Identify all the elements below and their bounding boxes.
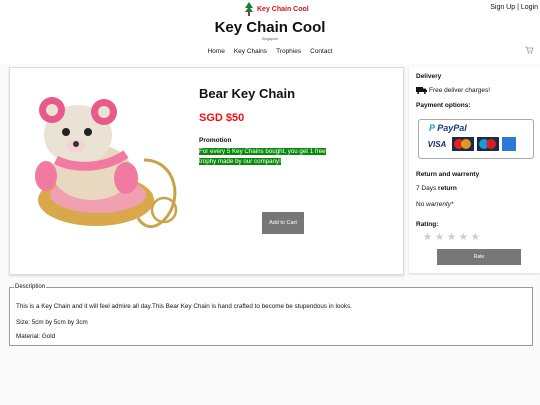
- product-price: SGD $50: [199, 112, 245, 124]
- description-size: Size: 5cm by 5cm by 3cm: [16, 319, 88, 326]
- nav-key-chains[interactable]: Key Chains: [234, 48, 267, 55]
- payment-heading: Payment options:: [416, 102, 471, 109]
- auth-links: Sign Up | Login: [490, 4, 538, 11]
- auth-separator: |: [517, 4, 519, 11]
- sign-up-link[interactable]: Sign Up: [490, 4, 515, 11]
- site-title: Key Chain Cool: [214, 19, 326, 36]
- site-logo[interactable]: Key Chain Cool: [244, 2, 309, 16]
- logo-text: Key Chain Cool: [257, 5, 309, 13]
- cart-icon[interactable]: [525, 46, 534, 56]
- description-box: Description This is a Key Chain and it w…: [9, 284, 533, 346]
- card-logos: VISA: [425, 137, 516, 151]
- nav-trophies[interactable]: Trophies: [276, 48, 301, 55]
- nav-contact[interactable]: Contact: [310, 48, 332, 55]
- delivery-info: Free deliver charges!: [416, 87, 490, 94]
- return-info: 7 Days return: [416, 185, 457, 192]
- return-days: 7 Days: [416, 185, 437, 192]
- warranty-no: No: [416, 201, 425, 208]
- promotion-heading: Promotion: [199, 137, 232, 144]
- paypal-brand: PayPal: [437, 123, 467, 133]
- star-icon[interactable]: ★: [423, 232, 432, 243]
- promotion-text-label: For every 5 Key Chains bought, you get 1…: [199, 148, 326, 165]
- star-icon[interactable]: ★: [471, 232, 480, 243]
- star-icon[interactable]: ★: [447, 232, 456, 243]
- maestro-card-icon: [477, 137, 499, 151]
- promotion-text: For every 5 Key Chains bought, you get 1…: [199, 147, 339, 167]
- warranty-word: warrenty*: [426, 201, 454, 208]
- truck-icon: [416, 87, 427, 94]
- visa-card-icon: VISA: [425, 137, 449, 151]
- return-heading: Return and warrenty: [416, 171, 480, 178]
- description-material: Material: Gold: [16, 333, 56, 340]
- delivery-heading: Delivery: [416, 73, 442, 80]
- amex-card-icon: [502, 137, 516, 151]
- mastercard-card-icon: [452, 137, 474, 151]
- product-name: Bear Key Chain: [199, 86, 296, 101]
- paypal-logo: P PayPal: [429, 123, 467, 133]
- star-icon[interactable]: ★: [435, 232, 444, 243]
- rating-heading: Rating:: [416, 221, 439, 228]
- nav-home[interactable]: Home: [207, 48, 224, 55]
- star-icon[interactable]: ★: [459, 232, 468, 243]
- tree-logo-icon: [245, 2, 253, 16]
- description-legend: Description: [15, 284, 46, 290]
- warranty-info: No warrenty*: [416, 201, 454, 208]
- purchase-sidebar: Delivery Free deliver charges! Payment o…: [409, 67, 540, 273]
- add-to-cart-button[interactable]: Add to Cart: [262, 212, 304, 234]
- rating-stars: ★ ★ ★ ★ ★: [423, 232, 480, 243]
- main-nav: Home Key Chains Trophies Contact: [0, 48, 540, 55]
- product-image: [26, 90, 186, 240]
- product-card: Bear Key Chain SGD $50 Promotion For eve…: [9, 67, 404, 275]
- delivery-text: Free deliver charges!: [429, 87, 491, 94]
- return-word: return: [438, 185, 457, 192]
- login-link[interactable]: Login: [521, 4, 538, 11]
- description-text: This is a Key Chain and it will feel adm…: [16, 303, 352, 310]
- site-subtitle: Singapore: [262, 37, 278, 41]
- paypal-badge: P PayPal VISA: [418, 119, 534, 159]
- rate-button[interactable]: Rate: [437, 249, 521, 265]
- site-header: Key Chain Cool Sign Up | Login Key Chain…: [0, 0, 540, 64]
